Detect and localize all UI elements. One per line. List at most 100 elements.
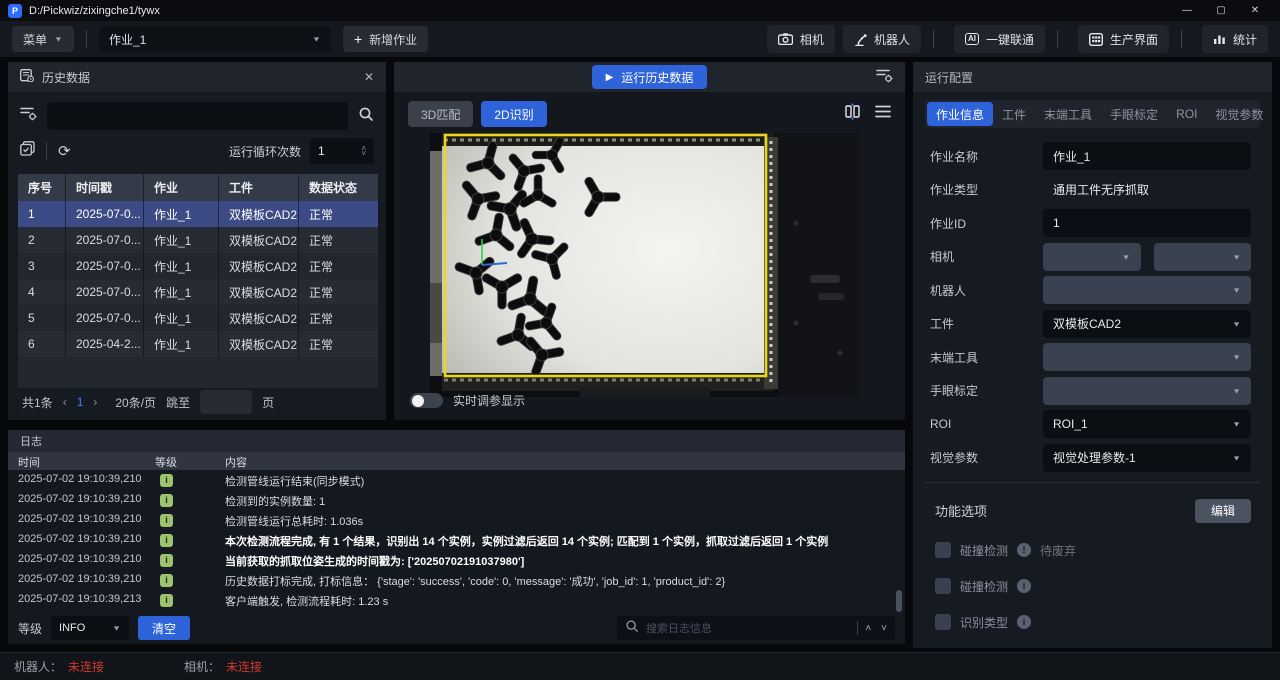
job-name-input[interactable]: 作业_1 xyxy=(1043,142,1251,170)
chevron-down-icon: ▼ xyxy=(112,624,121,632)
table-cell: 正常 xyxy=(299,331,364,357)
log-header-row: 时间 等级 内容 xyxy=(8,452,905,470)
vision-params-select[interactable]: 视觉处理参数-1▼ xyxy=(1043,444,1251,472)
pagination-per-page[interactable]: 20条/页 xyxy=(115,394,156,411)
table-cell: 作业_1 xyxy=(144,201,219,227)
edit-button[interactable]: 编辑 xyxy=(1195,499,1251,523)
config-tab-ROI[interactable]: ROI xyxy=(1167,102,1206,126)
log-row[interactable]: 2025-07-02 19:10:39,213i客户端触发, 检测流程耗时: 1… xyxy=(8,590,905,610)
config-tab-视觉参数[interactable]: 视觉参数 xyxy=(1206,102,1272,126)
search-icon[interactable] xyxy=(358,106,374,127)
table-row[interactable]: 42025-07-0...作业_1双模板CAD2正常 xyxy=(18,279,378,305)
log-footer: 等级 INFO ▼ 清空 搜索日志信息 ˄˅ xyxy=(8,612,905,644)
log-scrollbar[interactable] xyxy=(896,590,902,612)
run-config-title: 运行配置 xyxy=(925,69,973,86)
search-prev-icon[interactable]: ˄ xyxy=(865,623,871,634)
roi-select[interactable]: ROI_1▼ xyxy=(1043,410,1251,438)
hand-eye-select[interactable]: ▼ xyxy=(1043,377,1251,405)
camera-select-2[interactable]: ▼ xyxy=(1154,243,1252,271)
workpiece-select[interactable]: 双模板CAD2▼ xyxy=(1043,310,1251,338)
run-history-data-button[interactable]: ▶ 运行历史数据 xyxy=(592,65,708,89)
table-row[interactable]: 12025-07-0...作业_1双模板CAD2正常 xyxy=(18,201,378,227)
log-row[interactable]: 2025-07-02 19:10:39,210i历史数据打标完成, 打标信息： … xyxy=(8,570,905,590)
filter-settings-icon[interactable] xyxy=(20,106,37,126)
log-row[interactable]: 2025-07-02 19:10:39,210i检测管线运行总耗时: 1.036… xyxy=(8,510,905,530)
collision-checkbox-2[interactable] xyxy=(935,578,951,594)
history-search-input[interactable] xyxy=(47,102,348,130)
collision-label-1: 碰撞检测 xyxy=(960,542,1008,559)
table-row[interactable]: 32025-07-0...作业_1双模板CAD2正常 xyxy=(18,253,378,279)
config-tab-工件[interactable]: 工件 xyxy=(993,102,1035,126)
production-view-button[interactable]: 生产界面 xyxy=(1078,25,1169,53)
table-row[interactable]: 52025-07-0...作业_1双模板CAD2正常 xyxy=(18,305,378,331)
camera-select-1[interactable]: ▼ xyxy=(1043,243,1141,271)
log-row[interactable]: 2025-07-02 19:10:39,210i当前获取的抓取位姿生成的时间戳为… xyxy=(8,550,905,570)
one-key-connect-button[interactable]: AI 一键联通 xyxy=(954,25,1045,53)
log-level-select[interactable]: INFO ▼ xyxy=(51,616,129,640)
log-level-badge: i xyxy=(160,534,173,547)
pagination-prev-button[interactable]: ‹ xyxy=(63,395,67,409)
search-next-icon[interactable]: ˅ xyxy=(881,623,887,634)
table-cell: 作业_1 xyxy=(144,253,219,279)
log-search-input[interactable]: 搜索日志信息 ˄˅ xyxy=(617,616,895,640)
clear-log-button[interactable]: 清空 xyxy=(138,616,190,640)
table-cell: 双模板CAD2 xyxy=(219,305,299,331)
camera-image-view[interactable] xyxy=(430,133,860,397)
collision-checkbox-1[interactable] xyxy=(935,542,951,558)
field-label-roi: ROI xyxy=(930,417,1043,431)
maximize-button[interactable]: ▢ xyxy=(1204,0,1238,21)
config-tab-手眼标定[interactable]: 手眼标定 xyxy=(1101,102,1167,126)
table-cell: 2025-07-0... xyxy=(66,201,144,227)
log-row[interactable]: 2025-07-02 19:10:39,210i检测管线运行结束(同步模式) xyxy=(8,470,905,490)
compare-view-icon[interactable] xyxy=(844,103,861,125)
log-time: 2025-07-02 19:10:39,210 xyxy=(18,573,142,585)
menu-button[interactable]: 菜单 ▼ xyxy=(12,26,74,52)
log-time: 2025-07-02 19:10:39,213 xyxy=(18,593,142,605)
filter-settings-icon[interactable] xyxy=(876,68,893,86)
pagination-jump-input[interactable] xyxy=(200,390,252,414)
recognition-type-checkbox[interactable] xyxy=(935,614,951,630)
end-tool-select[interactable]: ▼ xyxy=(1043,343,1251,371)
pagination-next-button[interactable]: › xyxy=(93,395,97,409)
log-time: 2025-07-02 19:10:39,210 xyxy=(18,553,142,565)
statistics-button[interactable]: 统计 xyxy=(1202,25,1268,53)
production-view-label: 生产界面 xyxy=(1110,31,1158,48)
robot-icon xyxy=(854,33,867,46)
field-label-hand-eye: 手眼标定 xyxy=(930,382,1043,399)
table-cell: 正常 xyxy=(299,227,364,253)
pagination-jump-label: 跳至 xyxy=(166,394,190,411)
loop-count-stepper[interactable]: 1 ˄˅ xyxy=(310,138,374,164)
loop-count-label: 运行循环次数 xyxy=(229,143,301,160)
function-options-title: 功能选项 xyxy=(935,501,987,520)
table-cell: 作业_1 xyxy=(144,305,219,331)
pagination-total: 共1条 xyxy=(22,394,53,411)
robot-button[interactable]: 机器人 xyxy=(843,25,921,53)
refresh-icon[interactable]: ⟳ xyxy=(58,142,71,160)
log-row[interactable]: 2025-07-02 19:10:39,210i检测到的实例数量: 1 xyxy=(8,490,905,510)
job-id-input[interactable]: 1 xyxy=(1043,209,1251,237)
menu-list-icon[interactable] xyxy=(875,105,891,123)
log-time: 2025-07-02 19:10:39,210 xyxy=(18,513,142,525)
log-title: 日志 xyxy=(20,433,42,449)
pagination-current-page[interactable]: 1 xyxy=(77,395,84,409)
job-select[interactable]: 作业_1 ▼ xyxy=(99,26,331,52)
config-tab-作业信息[interactable]: 作业信息 xyxy=(927,102,993,126)
close-icon[interactable]: ✕ xyxy=(364,70,374,84)
add-job-button[interactable]: + 新增作业 xyxy=(343,26,428,52)
log-row[interactable]: 2025-07-02 19:10:39,210i本次检测流程完成, 有 1 个结… xyxy=(8,530,905,550)
tab-3d-match[interactable]: 3D匹配 xyxy=(408,101,473,127)
stepper-arrows-icon[interactable]: ˄˅ xyxy=(361,146,366,156)
robot-select[interactable]: ▼ xyxy=(1043,276,1251,304)
batch-select-icon[interactable] xyxy=(20,141,35,161)
close-button[interactable]: ✕ xyxy=(1238,0,1272,21)
chevron-down-icon: ▼ xyxy=(1232,387,1241,395)
ai-icon: AI xyxy=(965,33,979,45)
tab-2d-recognition[interactable]: 2D识别 xyxy=(481,101,546,127)
realtime-params-toggle[interactable] xyxy=(410,393,443,408)
table-row[interactable]: 22025-07-0...作业_1双模板CAD2正常 xyxy=(18,227,378,253)
chevron-down-icon: ▼ xyxy=(1232,454,1241,462)
minimize-button[interactable]: — xyxy=(1170,0,1204,21)
config-tab-末端工具[interactable]: 末端工具 xyxy=(1035,102,1101,126)
camera-button[interactable]: 相机 xyxy=(767,25,835,53)
table-row[interactable]: 62025-04-2...作业_1双模板CAD2正常 xyxy=(18,331,378,357)
